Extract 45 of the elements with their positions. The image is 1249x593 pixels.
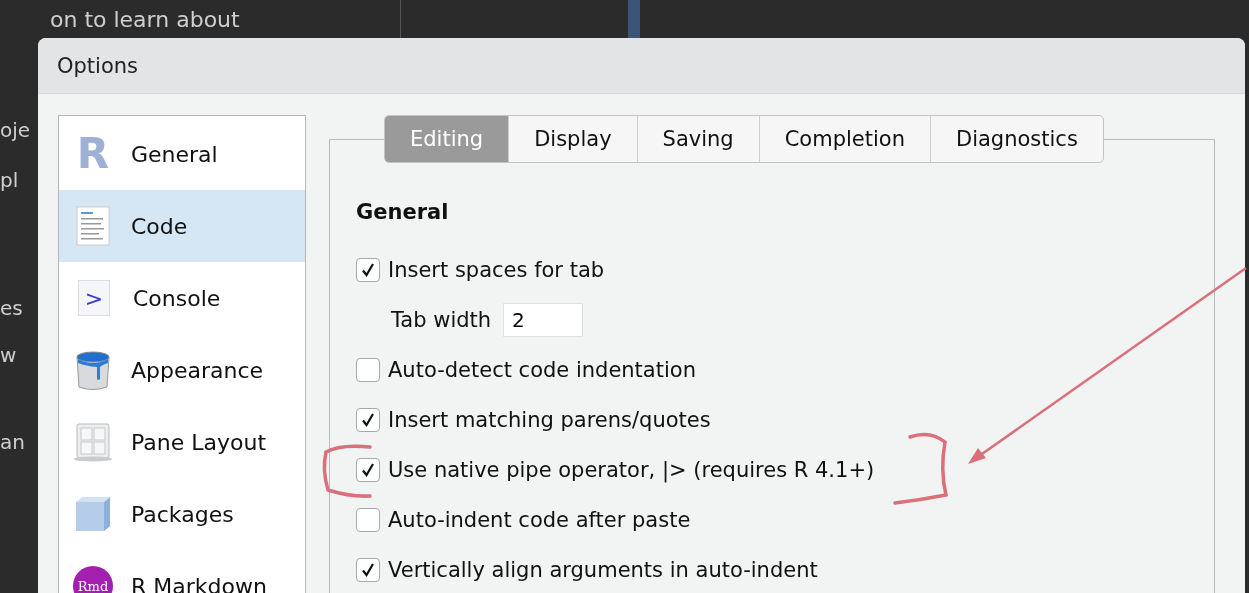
check-icon bbox=[360, 262, 376, 278]
bracket-mark bbox=[322, 444, 372, 498]
tab[interactable]: Diagnostics bbox=[929, 116, 1103, 162]
sidebar-item[interactable]: Appearance bbox=[59, 334, 305, 406]
window-title: Options bbox=[57, 53, 139, 78]
checkbox[interactable] bbox=[356, 358, 380, 382]
background-text: pl bbox=[0, 168, 19, 192]
tab[interactable]: Display bbox=[508, 116, 637, 162]
option-label: Auto-detect code indentation bbox=[388, 358, 696, 382]
pane-grid-icon bbox=[73, 422, 113, 462]
option-label: Insert spaces for tab bbox=[388, 258, 605, 282]
background-text: on to learn about bbox=[50, 6, 240, 32]
checkbox[interactable] bbox=[356, 558, 380, 582]
r-logo-icon: R bbox=[73, 133, 113, 175]
sidebar-item[interactable]: > Console bbox=[59, 262, 305, 334]
option-label: Vertically align arguments in auto-indent bbox=[388, 558, 818, 582]
field-label: Tab width bbox=[391, 308, 492, 332]
sidebar-item[interactable]: R General bbox=[59, 118, 305, 190]
cube-icon bbox=[73, 496, 113, 532]
background-text: es bbox=[0, 296, 23, 320]
sidebar-item[interactable]: Rmd R Markdown bbox=[59, 550, 305, 593]
document-icon bbox=[73, 206, 113, 246]
tab[interactable]: Saving bbox=[636, 116, 759, 162]
checkbox[interactable] bbox=[356, 508, 380, 532]
console-prompt-icon: > bbox=[78, 280, 110, 316]
section-heading: General bbox=[356, 200, 450, 226]
background-text: oje bbox=[0, 118, 31, 142]
tab-width-field[interactable]: 2 bbox=[503, 303, 584, 337]
checkbox[interactable] bbox=[356, 258, 380, 282]
check-icon bbox=[360, 462, 376, 478]
checkbox[interactable] bbox=[356, 458, 380, 482]
option-label: Insert matching parens/quotes bbox=[388, 408, 711, 432]
rmd-icon: Rmd bbox=[73, 566, 113, 593]
checkbox[interactable] bbox=[356, 408, 380, 432]
paint-bucket-icon bbox=[73, 349, 113, 391]
option-label: Auto-indent code after paste bbox=[388, 508, 691, 532]
tab[interactable]: Completion bbox=[758, 116, 930, 162]
sidebar-item[interactable]: Packages bbox=[59, 478, 305, 550]
background-text: an bbox=[0, 430, 25, 454]
option-label: Use native pipe operator, |> (requires R 4.1+) bbox=[388, 458, 875, 482]
check-icon bbox=[360, 412, 376, 428]
sidebar-item[interactable]: Pane Layout bbox=[59, 406, 305, 478]
sidebar-item[interactable]: Code bbox=[59, 190, 305, 262]
check-icon bbox=[360, 562, 376, 578]
background-text: w bbox=[0, 343, 17, 367]
